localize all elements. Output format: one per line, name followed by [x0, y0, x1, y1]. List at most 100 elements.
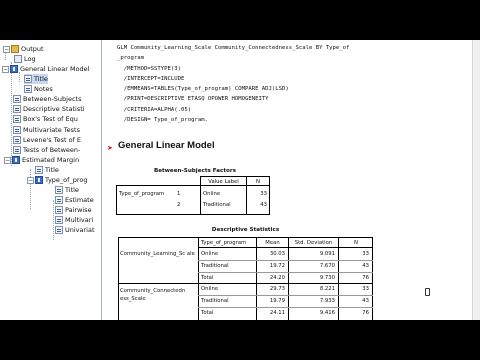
between-subjects-title: Between-Subjects Factors	[154, 168, 236, 174]
collapse-toggle-icon[interactable]: −	[2, 65, 9, 73]
output-content-pane[interactable]: GLM Community_Learning_Scale Community_C…	[102, 40, 473, 320]
outline-item-estimates[interactable]: Estimate	[55, 195, 94, 205]
outline-item-log[interactable]: Log	[14, 54, 36, 64]
table-doc-icon	[55, 216, 63, 224]
table-doc-icon	[13, 105, 21, 113]
factor-label: Traditional	[203, 202, 231, 208]
outline-item-tests-between[interactable]: Tests of Between-	[13, 145, 80, 155]
table-doc-icon	[13, 126, 21, 134]
table-doc-icon	[13, 95, 21, 103]
sd-cell: 7.670	[319, 263, 335, 269]
title-doc-icon	[35, 166, 43, 174]
mean-cell: 29.73	[269, 286, 285, 292]
factor-n: 33	[260, 191, 267, 197]
selected-item-arrow-icon: ➤	[107, 144, 113, 152]
syntax-block: GLM Community_Learning_Scale Community_C…	[117, 43, 349, 125]
outline-item-box-test[interactable]: Box's Test of Equ	[13, 114, 78, 124]
spss-output-viewer: − Output Log − General Linear Model Titl…	[0, 40, 480, 320]
outline-item-descriptive-statistics[interactable]: Descriptive Statisti	[13, 104, 85, 114]
table-doc-icon	[13, 115, 21, 123]
output-outline-pane[interactable]: − Output Log − General Linear Model Titl…	[0, 40, 102, 320]
outline-item-levene-test[interactable]: Levene's Test of E	[13, 135, 81, 145]
syntax-line: /INTERCEPT=INCLUDE	[117, 75, 185, 82]
outline-item-type-of-program[interactable]: − Type_of_prog	[27, 175, 87, 185]
section-title[interactable]: General Linear Model	[118, 140, 215, 151]
factor-name: Type_of_program	[119, 191, 165, 197]
row-rule	[198, 260, 373, 261]
outline-item-notes[interactable]: Notes	[24, 84, 53, 94]
header-std-deviation: Std. Deviation	[294, 240, 333, 246]
syntax-line: /PRINT=DESCRIPTIVE ETASQ OPOWER HOMOGENE…	[117, 96, 269, 103]
program-cell: Total	[201, 275, 214, 281]
factor-label: Online	[203, 191, 221, 197]
table-doc-icon	[13, 146, 21, 154]
dependent-variable-label: Community_Connectedn ess_Scale	[120, 288, 186, 302]
syntax-line: GLM Community_Learning_Scale Community_C…	[117, 45, 350, 51]
header-mean: Mean	[265, 240, 280, 246]
program-cell: Total	[201, 310, 214, 316]
outline-item-output[interactable]: − Output	[3, 44, 44, 54]
tree-line	[11, 62, 12, 166]
sd-cell: 8.221	[319, 286, 335, 292]
outline-item-estimated-marginal-means[interactable]: − Estimated Margin	[4, 155, 79, 165]
n-cell: 43	[362, 263, 369, 269]
outline-item-emm-title[interactable]: Title	[35, 165, 59, 175]
syntax-line: /EMMEANS=TABLES(Type_of_program) COMPARE…	[117, 86, 289, 93]
syntax-line: _program	[117, 55, 144, 62]
title-doc-icon	[55, 186, 63, 194]
collapse-toggle-icon[interactable]: −	[3, 45, 10, 53]
program-cell: Traditional	[201, 298, 229, 304]
outline-item-title[interactable]: Title	[24, 74, 48, 84]
row-rule	[198, 272, 373, 273]
mean-cell: 19.79	[269, 298, 285, 304]
outline-item-pairwise[interactable]: Pairwise	[55, 205, 92, 215]
n-cell: 33	[362, 286, 369, 292]
outline-item-general-linear-model[interactable]: − General Linear Model	[2, 64, 89, 74]
outline-item-multivariate[interactable]: Multivari	[55, 215, 93, 225]
mouse-cursor-icon	[425, 288, 430, 296]
header-type-of-program: Type_of_program	[201, 240, 247, 246]
syntax-line: /CRITERIA=ALPHA(.05)	[117, 106, 192, 113]
mean-cell: 24.11	[269, 310, 285, 316]
vertical-scrollbar[interactable]	[472, 40, 480, 320]
sd-cell: 9.730	[319, 275, 335, 281]
n-cell: 33	[362, 251, 369, 257]
table-doc-icon	[13, 136, 21, 144]
output-folder-icon	[11, 45, 19, 53]
procedure-book-icon	[10, 65, 18, 73]
outline-item-univariate[interactable]: Univariat	[55, 225, 95, 235]
n-cell: 43	[362, 298, 369, 304]
sd-cell: 9.091	[319, 251, 335, 257]
factor-code: 1	[177, 191, 181, 197]
header-rule	[198, 247, 373, 248]
outline-item-multivariate-tests[interactable]: Multivariate Tests	[13, 125, 80, 135]
n-cell: 76	[362, 275, 369, 281]
table-doc-icon	[55, 206, 63, 214]
outline-item-program-title[interactable]: Title	[55, 185, 79, 195]
program-cell: Online	[201, 286, 219, 292]
header-n: N	[256, 179, 260, 185]
title-doc-icon	[24, 75, 32, 83]
n-cell: 76	[362, 310, 369, 316]
row-rule	[198, 307, 373, 308]
mean-cell: 30.03	[269, 251, 285, 257]
header-n: N	[354, 240, 358, 246]
mean-cell: 19.72	[269, 263, 285, 269]
folder-book-icon	[12, 156, 20, 164]
syntax-line: /DESIGN= Type_of_program.	[117, 117, 208, 124]
outline-item-between-subjects[interactable]: Between-Subjects	[13, 94, 81, 104]
program-cell: Traditional	[201, 263, 229, 269]
log-icon	[14, 55, 22, 63]
row-rule	[198, 295, 373, 296]
collapse-toggle-icon[interactable]: −	[4, 156, 11, 164]
tree-line	[53, 200, 54, 240]
factor-code: 2	[177, 202, 181, 208]
table-doc-icon	[55, 226, 63, 234]
table-doc-icon	[55, 196, 63, 204]
sd-cell: 9.416	[319, 310, 335, 316]
descriptives-title: Descriptive Statistics	[211, 227, 280, 233]
folder-book-icon	[35, 176, 43, 184]
collapse-toggle-icon[interactable]: −	[27, 176, 34, 184]
syntax-line: /METHOD=SSTYPE(3)	[117, 65, 181, 72]
sd-cell: 7.933	[319, 298, 335, 304]
